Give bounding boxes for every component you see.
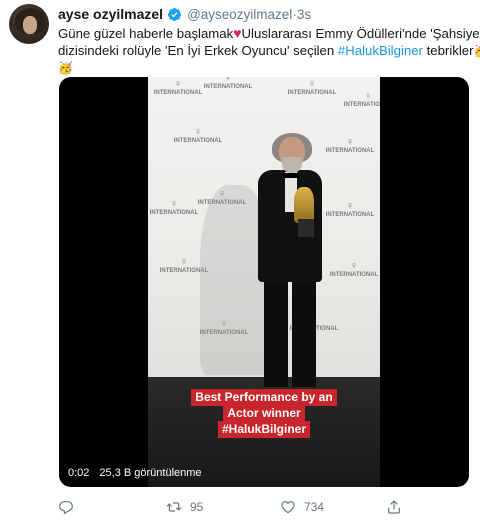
share-icon [388, 500, 400, 514]
avatar[interactable] [9, 4, 49, 44]
tweet-text: Güne güzel haberle başlamak♥Uluslararası… [58, 25, 480, 76]
academy-logo: ♀INTERNATIONAL [287, 78, 337, 97]
heart-icon [281, 501, 295, 514]
video-player[interactable]: ♀ INTERNATIONAL ♀ INTERNATIONAL ♀ INTERNATI… [59, 77, 469, 487]
heart-emoji: ♥ [233, 25, 242, 41]
display-name[interactable]: ayse ozyilmazel [58, 6, 163, 22]
academy-logo: ♀INTERNATIONAL [343, 90, 380, 109]
tweet-text-part: Uluslararası Emmy Ödülleri'nde 'Şahsiyet… [241, 26, 480, 41]
share-button[interactable] [386, 497, 410, 517]
tweet-text-part: tebrikler [422, 43, 474, 58]
retweet-count: 95 [190, 500, 204, 514]
tweet-actions: 95 734 [58, 497, 458, 517]
academy-logo: ♀INTERNATIONAL [203, 77, 253, 90]
academy-logo: ♀INTERNATIONAL [329, 260, 379, 279]
tweet-text-part: dizisindeki rolüyle 'En İyi Erkek Oyuncu… [58, 43, 338, 58]
caption-hashtag: #HalukBilginer [217, 421, 311, 438]
party-face-emoji: 🥳 [474, 44, 480, 58]
party-face-emoji: 🥳 [58, 61, 73, 75]
hashtag-link[interactable]: #HalukBilginer [338, 43, 423, 58]
academy-logo: ♀INTERNATIONAL [149, 198, 199, 217]
like-button[interactable]: 734 [280, 497, 324, 517]
retweet-icon [166, 502, 182, 512]
video-caption: Best Performance by an Actor winner #Hal… [59, 388, 469, 438]
reply-icon [59, 501, 73, 515]
tweet-text-part: Güne güzel haberle başlamak [58, 26, 234, 41]
timestamp[interactable]: 3s [297, 7, 311, 22]
academy-logo: ♀INTERNATIONAL [325, 200, 375, 219]
verified-badge-icon [168, 7, 182, 21]
academy-logo: ♀INTERNATIONAL [153, 78, 203, 97]
like-count: 734 [304, 500, 325, 514]
tweet-header: ayse ozyilmazel @ayseozyilmazel · 3s [58, 6, 311, 22]
academy-logo: ♀INTERNATIONAL [325, 136, 375, 155]
tweet[interactable]: ayse ozyilmazel @ayseozyilmazel · 3s Gün… [0, 0, 480, 524]
reply-button[interactable] [58, 497, 82, 517]
user-handle[interactable]: @ayseozyilmazel [187, 7, 292, 22]
video-duration: 0:02 [64, 465, 94, 481]
view-count: 25,3 B görüntülenme [99, 466, 202, 479]
emmy-trophy [294, 187, 314, 223]
retweet-button[interactable]: 95 [166, 497, 203, 517]
video-info-bar: 0:02 25,3 B görüntülenme [64, 465, 202, 481]
academy-logo: ♀INTERNATIONAL [173, 126, 223, 145]
